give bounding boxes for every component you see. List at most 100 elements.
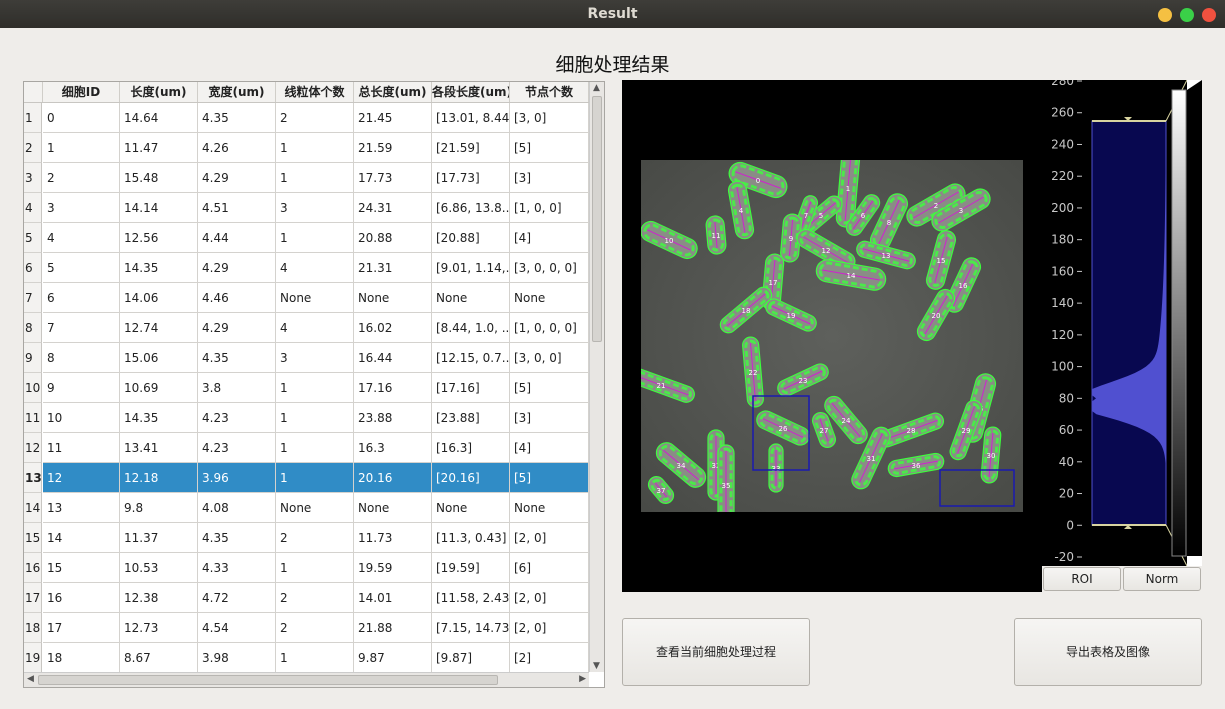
table-cell[interactable]: 1 [276, 163, 354, 193]
table-cell[interactable]: [7.15, 14.73] [432, 613, 510, 643]
row-number[interactable]: 10 [24, 373, 42, 403]
table-cell[interactable]: 4.44 [198, 223, 276, 253]
table-cell[interactable]: 1 [276, 373, 354, 403]
table-cell[interactable]: 7 [43, 313, 120, 343]
table-cell[interactable]: [17.73] [432, 163, 510, 193]
table-cell[interactable]: 1 [276, 223, 354, 253]
table-row[interactable]: 7 6 14.06 4.46 None None None None [24, 283, 589, 313]
table-cell[interactable]: None [276, 493, 354, 523]
horizontal-scroll-thumb[interactable] [38, 675, 498, 685]
table-cell[interactable]: [5] [510, 463, 589, 493]
table-cell[interactable]: [5] [510, 373, 589, 403]
table-cell[interactable]: 18 [43, 643, 120, 673]
table-cell[interactable]: 12.74 [120, 313, 198, 343]
table-cell[interactable]: 1 [276, 463, 354, 493]
table-cell[interactable]: [20.16] [432, 463, 510, 493]
table-row[interactable]: 17 16 12.38 4.72 2 14.01 [11.58, 2.43] [2, 0] [24, 583, 589, 613]
row-number[interactable]: 15 [24, 523, 42, 553]
column-header[interactable]: 总长度(um) [354, 82, 432, 102]
table-cell[interactable]: [3, 0] [510, 103, 589, 133]
table-cell[interactable]: 11 [43, 433, 120, 463]
table-row[interactable]: 3 2 15.48 4.29 1 17.73 [17.73] [3] [24, 163, 589, 193]
table-cell[interactable]: 3.96 [198, 463, 276, 493]
vertical-scrollbar[interactable]: ▲ ▼ [589, 82, 604, 672]
table-cell[interactable]: [12.15, 0.7... [432, 343, 510, 373]
table-row[interactable]: 14 13 9.8 4.08 None None None None [24, 493, 589, 523]
table-cell[interactable]: 13 [43, 493, 120, 523]
column-header[interactable]: 各段长度(um) [432, 82, 510, 102]
corner-cell[interactable] [24, 82, 43, 102]
table-cell[interactable]: 10.53 [120, 553, 198, 583]
table-cell[interactable]: 4.23 [198, 433, 276, 463]
table-cell[interactable]: 1 [43, 133, 120, 163]
table-cell[interactable]: 17.16 [354, 373, 432, 403]
scroll-left-icon[interactable]: ◀ [27, 674, 34, 684]
scroll-up-icon[interactable]: ▲ [593, 83, 600, 93]
table-cell[interactable]: 19.59 [354, 553, 432, 583]
column-header[interactable]: 线粒体个数 [276, 82, 354, 102]
table-cell[interactable]: 11.37 [120, 523, 198, 553]
table-cell[interactable]: 17 [43, 613, 120, 643]
row-number[interactable]: 18 [24, 613, 42, 643]
image-viewer[interactable]: 0 1 2 3 4 5 6 7 8 9 10 11 12 13 14 15 16 17 18 19 20 21 22 23 24… [622, 80, 1042, 592]
table-cell[interactable]: 4.35 [198, 103, 276, 133]
table-cell[interactable]: 4 [276, 313, 354, 343]
row-number[interactable]: 13 [24, 463, 42, 493]
table-cell[interactable]: None [510, 493, 589, 523]
table-cell[interactable]: 8.67 [120, 643, 198, 673]
table-cell[interactable]: 14.06 [120, 283, 198, 313]
table-cell[interactable]: [11.3, 0.43] [432, 523, 510, 553]
table-cell[interactable]: 14.01 [354, 583, 432, 613]
table-cell[interactable]: 15.06 [120, 343, 198, 373]
table-cell[interactable]: 9.87 [354, 643, 432, 673]
column-header[interactable]: 宽度(um) [198, 82, 276, 102]
table-cell[interactable]: [6] [510, 553, 589, 583]
maximize-button[interactable] [1180, 8, 1194, 22]
row-number[interactable]: 8 [24, 313, 42, 343]
table-cell[interactable]: 11.73 [354, 523, 432, 553]
row-number[interactable]: 2 [24, 133, 42, 163]
table-cell[interactable]: 10 [43, 403, 120, 433]
row-number[interactable]: 4 [24, 193, 42, 223]
table-cell[interactable]: None [432, 493, 510, 523]
table-cell[interactable]: 5 [43, 253, 120, 283]
table-cell[interactable]: 21.59 [354, 133, 432, 163]
row-number[interactable]: 3 [24, 163, 42, 193]
table-cell[interactable]: 3 [43, 193, 120, 223]
table-cell[interactable]: 4.23 [198, 403, 276, 433]
table-cell[interactable]: 12.56 [120, 223, 198, 253]
table-cell[interactable]: 15 [43, 553, 120, 583]
table-row[interactable]: 2 1 11.47 4.26 1 21.59 [21.59] [5] [24, 133, 589, 163]
column-header[interactable]: 长度(um) [120, 82, 198, 102]
table-cell[interactable]: 3.98 [198, 643, 276, 673]
cell-outline[interactable] [717, 444, 735, 512]
table-cell[interactable]: [17.16] [432, 373, 510, 403]
table-cell[interactable]: [2] [510, 643, 589, 673]
table-cell[interactable]: 24.31 [354, 193, 432, 223]
table-cell[interactable]: 4.29 [198, 163, 276, 193]
table-cell[interactable]: 6 [43, 283, 120, 313]
table-cell[interactable]: 16.02 [354, 313, 432, 343]
table-cell[interactable]: 1 [276, 553, 354, 583]
row-number[interactable]: 14 [24, 493, 42, 523]
table-row[interactable]: 1 0 14.64 4.35 2 21.45 [13.01, 8.44] [3, 0] [24, 103, 589, 133]
table-row[interactable]: 4 3 14.14 4.51 3 24.31 [6.86, 13.8... [1, 0, 0] [24, 193, 589, 223]
table-row[interactable]: 9 8 15.06 4.35 3 16.44 [12.15, 0.7... [3, 0, 0] [24, 343, 589, 373]
table-cell[interactable]: [2, 0] [510, 523, 589, 553]
table-cell[interactable]: 12 [43, 463, 120, 493]
table-cell[interactable]: 2 [276, 583, 354, 613]
table-cell[interactable]: None [354, 283, 432, 313]
table-cell[interactable]: [19.59] [432, 553, 510, 583]
table-row[interactable]: 13 12 12.18 3.96 1 20.16 [20.16] [5] [24, 463, 589, 493]
table-cell[interactable]: 2 [43, 163, 120, 193]
minimize-button[interactable] [1158, 8, 1172, 22]
table-cell[interactable]: [11.58, 2.43] [432, 583, 510, 613]
table-cell[interactable]: 12.18 [120, 463, 198, 493]
scroll-right-icon[interactable]: ▶ [579, 674, 586, 684]
table-cell[interactable]: [16.3] [432, 433, 510, 463]
table-cell[interactable]: 20.16 [354, 463, 432, 493]
table-cell[interactable]: 4 [43, 223, 120, 253]
row-number[interactable]: 5 [24, 223, 42, 253]
table-cell[interactable]: 16.3 [354, 433, 432, 463]
norm-button[interactable]: Norm [1123, 567, 1201, 591]
